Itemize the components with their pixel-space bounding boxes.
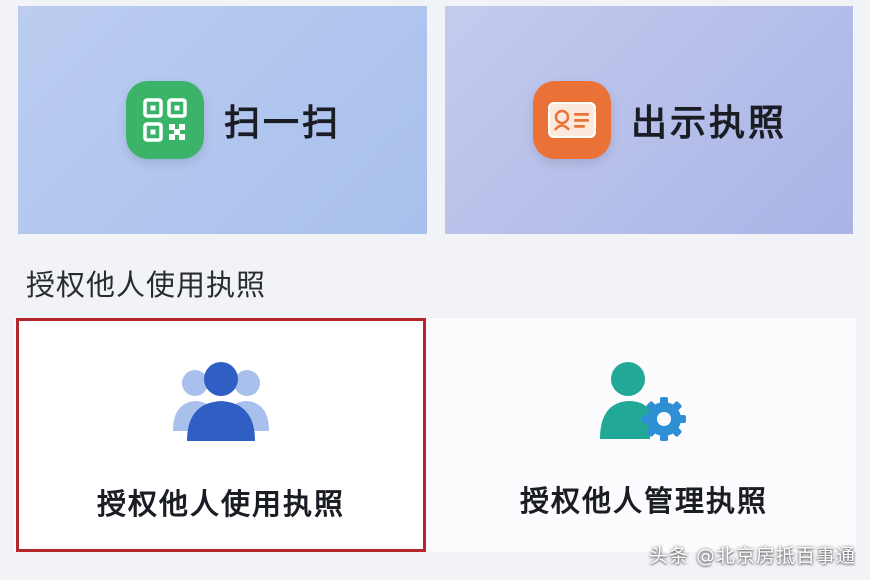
user-settings-icon: [600, 362, 686, 441]
scan-label: 扫一扫: [224, 103, 342, 144]
page: 扫一扫 出示执照 授权他人使用执照 授权他人使用执照 授权他人管理执照 头条 @…: [0, 0, 870, 580]
authorize-manage-button[interactable]: 授权他人管理执照: [434, 318, 854, 552]
scan-button[interactable]: 扫一扫: [18, 6, 427, 234]
authorization-panel: 授权他人使用执照 授权他人管理执照: [14, 318, 856, 552]
watermark: 头条 @北京房抵百事通: [648, 545, 856, 567]
users-group-icon: [173, 362, 269, 441]
show-license-label: 出示执照: [631, 103, 788, 144]
authorize-manage-label: 授权他人管理执照: [519, 484, 768, 518]
qr-code-icon: [126, 81, 204, 159]
id-card-icon: [533, 81, 611, 159]
authorize-use-label: 授权他人使用执照: [96, 487, 345, 521]
authorize-use-button[interactable]: 授权他人使用执照: [16, 318, 426, 552]
show-license-button[interactable]: 出示执照: [445, 6, 853, 234]
section-title: 授权他人使用执照: [26, 268, 267, 302]
